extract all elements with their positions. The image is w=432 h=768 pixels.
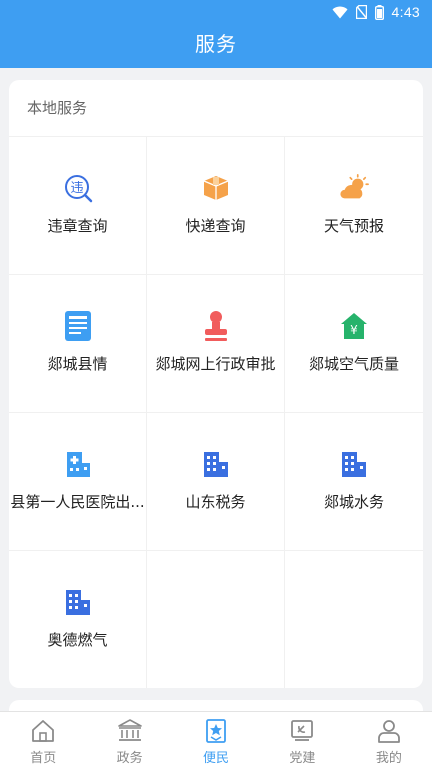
tab-label: 首页 [30,751,57,766]
service-label: 县第一人民医院出... [10,493,145,511]
home-icon [32,720,55,742]
service-label: 郯城水务 [323,493,384,511]
tab-home[interactable]: 首页 [0,712,86,768]
section-title: 本地服务 [27,99,88,117]
star-bookmark-icon [206,719,226,743]
service-label: 违章查询 [47,217,108,235]
service-label: 郯城网上行政审批 [155,355,276,373]
battery-icon [374,4,384,20]
party-flag-icon [291,720,314,741]
service-air-quality[interactable]: ¥ 郯城空气质量 [285,274,423,412]
status-bar: 4:43 [0,0,432,24]
parcel-box-icon [201,173,231,203]
user-icon [377,720,400,743]
bottom-tab-bar: 首页 政务 便民 党建 我的 [0,711,432,768]
service-label: 郯城空气质量 [308,355,399,373]
svg-text:违: 违 [70,181,83,196]
service-label: 山东税务 [185,493,246,511]
empty-cell [285,550,423,688]
tab-party-building[interactable]: 党建 [259,712,345,768]
tab-convenience[interactable]: 便民 [173,712,259,768]
page-title: 服务 [195,32,237,56]
service-hospital[interactable]: 县第一人民医院出... [9,412,147,550]
tab-label: 我的 [375,751,402,766]
tab-mine[interactable]: 我的 [346,712,432,768]
header: 4:43 服务 [0,0,432,68]
weather-sun-cloud-icon [339,173,369,203]
service-grid: 违 违章查询 快递查询 天气预报 郯城县情 郯城网上行政审批 ¥ 郯城空气质量 … [9,136,423,688]
local-services-card: 本地服务 违 违章查询 快递查询 天气预报 郯城县情 郯城网上行政审批 ¥ 郯城… [9,80,423,688]
office-building-icon [339,449,369,479]
air-quality-house-icon: ¥ [339,311,369,341]
tab-label: 便民 [203,751,230,766]
service-weather[interactable]: 天气预报 [285,136,423,274]
stamp-icon [201,311,231,341]
status-time: 4:43 [391,4,420,20]
service-aode-gas[interactable]: 奥德燃气 [9,550,147,688]
service-violation-query[interactable]: 违 违章查询 [9,136,147,274]
service-label: 天气预报 [323,217,384,235]
empty-cell [147,550,285,688]
tab-label: 党建 [289,751,316,766]
document-icon [63,311,93,341]
office-building-icon [63,587,93,617]
hospital-building-icon [63,449,93,479]
service-county-info[interactable]: 郯城县情 [9,274,147,412]
service-label: 郯城县情 [47,355,108,373]
violation-query-icon: 违 [63,173,93,203]
svg-text:¥: ¥ [350,323,358,337]
tab-government[interactable]: 政务 [86,712,172,768]
no-sim-icon [355,5,367,19]
service-label: 奥德燃气 [47,631,108,649]
service-shandong-tax[interactable]: 山东税务 [147,412,285,550]
tab-label: 政务 [116,751,143,766]
office-building-icon [201,449,231,479]
service-online-approval[interactable]: 郯城网上行政审批 [147,274,285,412]
service-label: 快递查询 [185,217,246,235]
service-water-affairs[interactable]: 郯城水务 [285,412,423,550]
wifi-icon [332,6,348,19]
service-parcel-query[interactable]: 快递查询 [147,136,285,274]
government-building-icon [117,719,142,741]
